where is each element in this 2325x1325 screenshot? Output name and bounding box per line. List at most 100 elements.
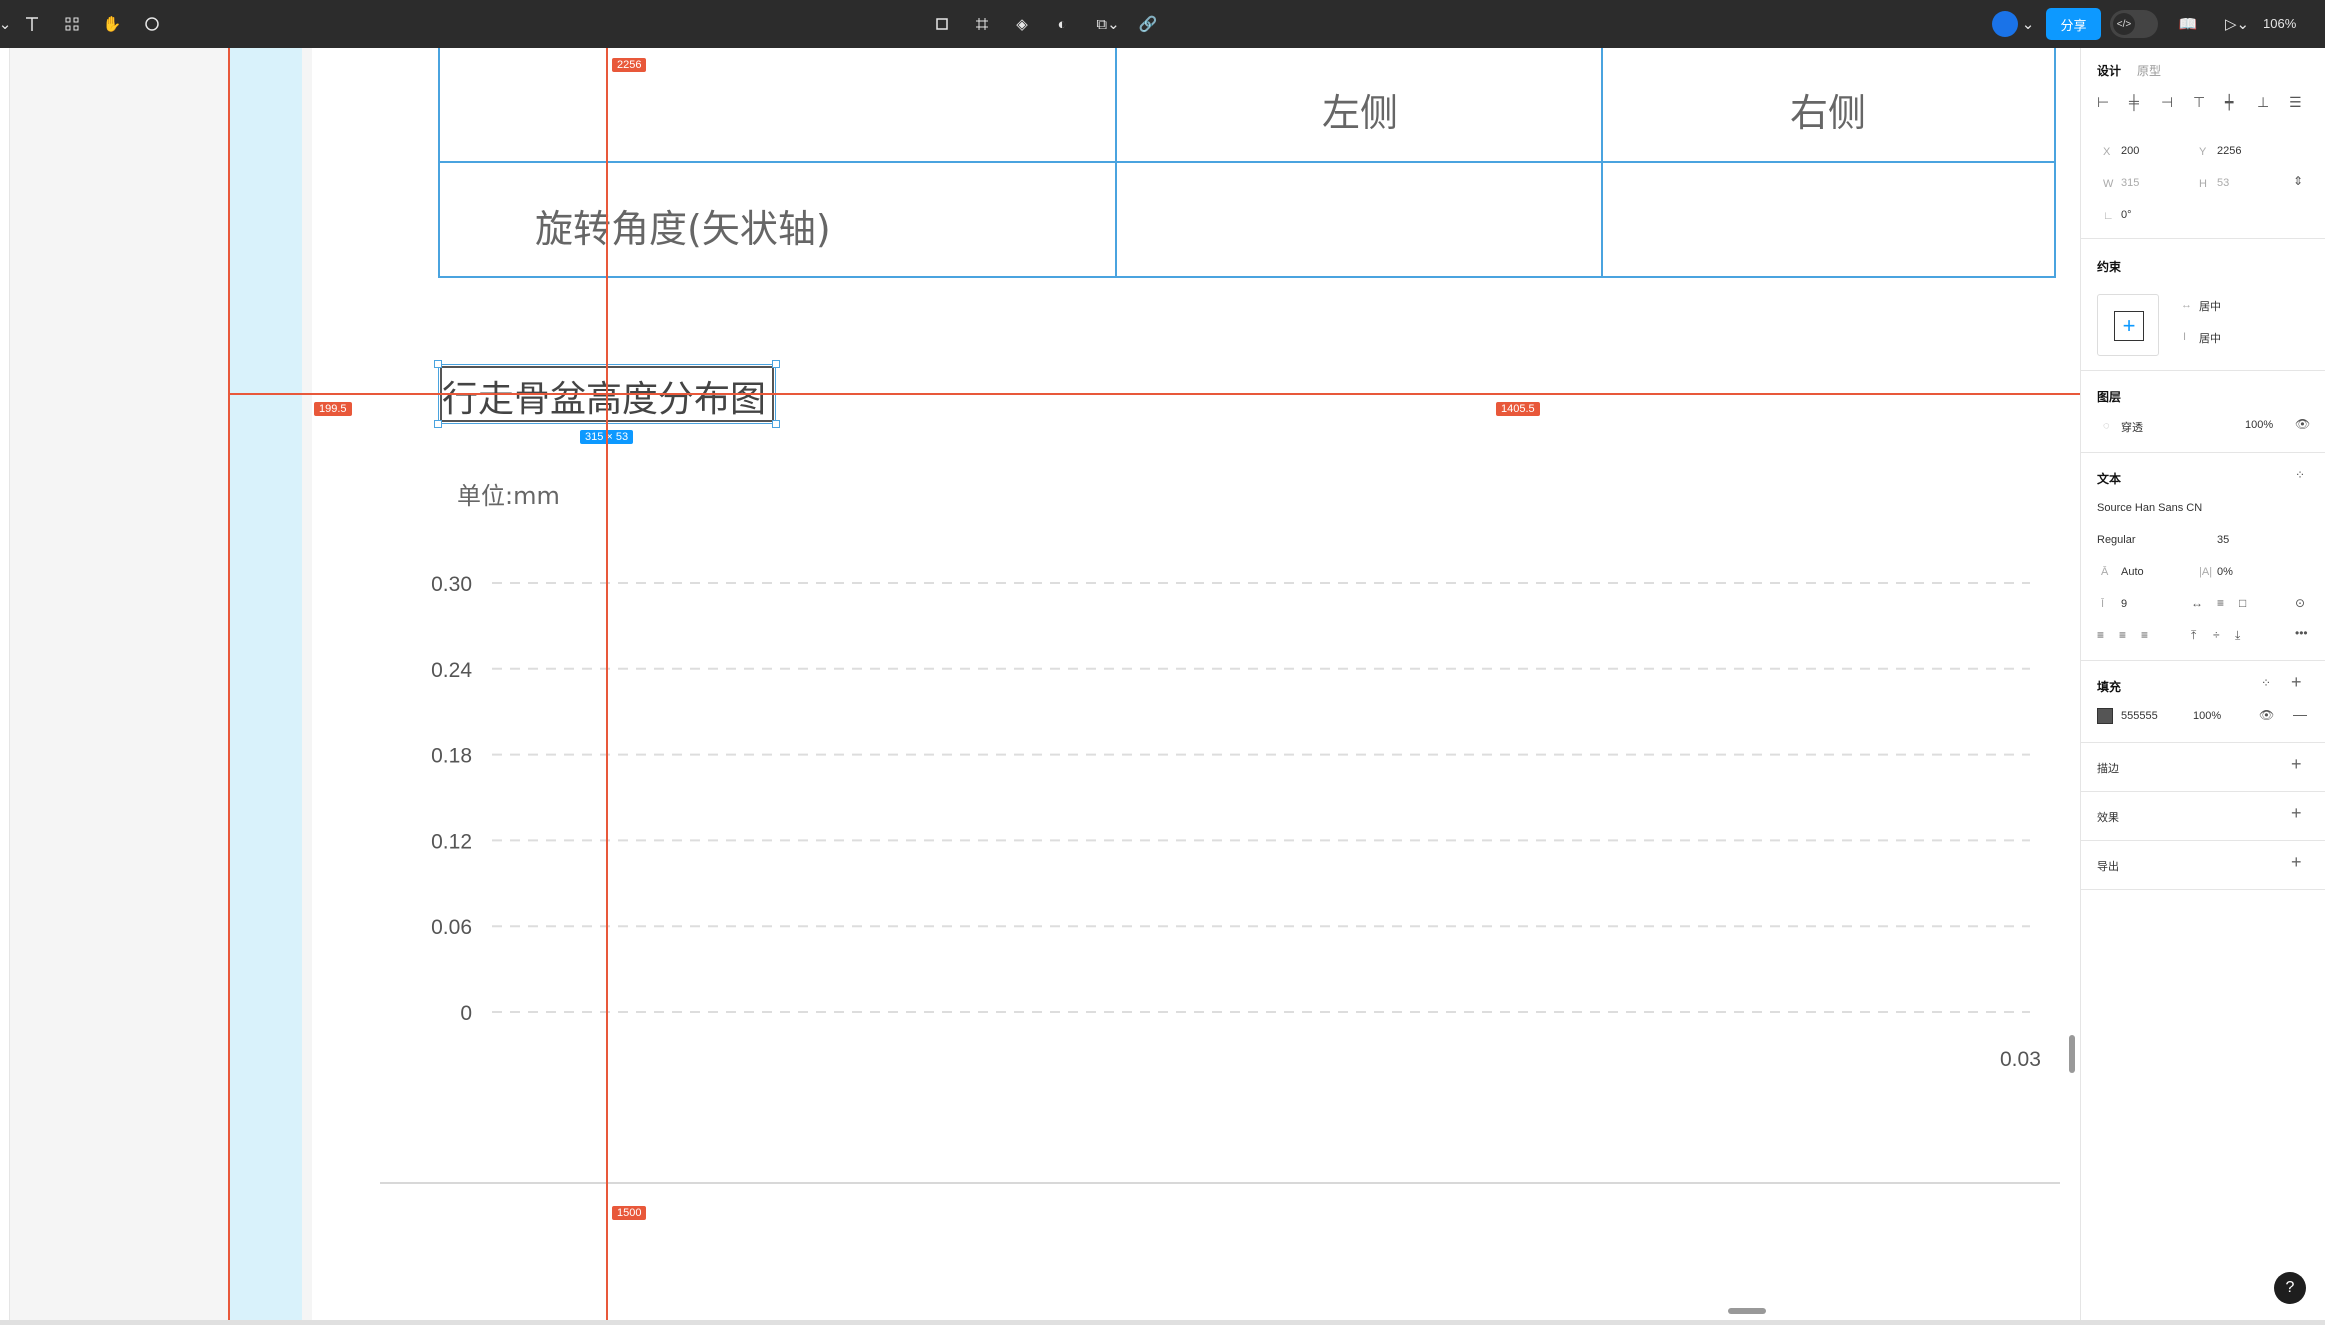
align-v-center-icon[interactable]: ┿ <box>2225 94 2233 111</box>
add-export-icon[interactable]: + <box>2291 852 2302 873</box>
guide-left[interactable] <box>228 48 230 1320</box>
align-top-icon[interactable]: ⊤ <box>2193 94 2205 111</box>
align-left-icon[interactable]: ⊢ <box>2097 94 2109 111</box>
guide-vertical[interactable] <box>606 48 608 1320</box>
remove-fill-icon[interactable]: — <box>2293 706 2307 722</box>
constraint-vertical-select[interactable]: 居中 <box>2199 330 2221 346</box>
share-button[interactable]: 分享 <box>2046 8 2101 40</box>
chevron-down-icon[interactable]: ⌄ <box>0 10 11 38</box>
vertical-scrollbar[interactable] <box>2069 1035 2075 1073</box>
text-align-center-icon[interactable]: ≡ <box>2119 628 2126 642</box>
hand-tool-icon[interactable]: ✋ <box>100 10 124 38</box>
letter-spacing-input[interactable]: 0% <box>2217 566 2233 578</box>
constraint-horizontal-select[interactable]: 居中 <box>2199 298 2221 314</box>
paragraph-spacing-icon: Ī <box>2101 598 2105 610</box>
constraint-plus-icon[interactable]: + <box>2114 311 2144 341</box>
align-text-bottom-icon[interactable]: ⤓ <box>2235 628 2240 643</box>
component-icon[interactable]: ◈ <box>1010 10 1034 38</box>
blend-mode-select[interactable]: 穿透 <box>2121 419 2143 435</box>
fixed-size-icon[interactable]: □ <box>2239 596 2246 610</box>
constrain-proportions-icon[interactable]: ⇕ <box>2293 174 2303 188</box>
link-icon[interactable]: 🔗 <box>1136 10 1160 38</box>
boolean-ops-icon[interactable]: ⧉⌄ <box>1090 10 1126 38</box>
letter-spacing-icon: |A| <box>2199 566 2213 578</box>
distribute-icon[interactable]: ☰ <box>2289 94 2302 111</box>
help-button[interactable]: ? <box>2274 1272 2306 1304</box>
figma-app: ⌄ ✋ ◈ ◐ ⧉⌄ 🔗 ⌄ 分享 </> 📖 ▷⌄ 106% 左侧 右侧 旋转… <box>0 0 2325 1325</box>
fill-color-swatch[interactable] <box>2097 708 2113 724</box>
w-input[interactable]: 315 <box>2121 177 2139 189</box>
h-input[interactable]: 53 <box>2217 177 2229 189</box>
fill-styles-icon[interactable]: ⁘ <box>2261 676 2271 690</box>
bottom-edge <box>0 1320 2325 1325</box>
avatar-chevron-icon[interactable]: ⌄ <box>2020 10 2036 38</box>
horizontal-scrollbar[interactable] <box>1728 1308 1766 1314</box>
corner-value[interactable]: 0.03 <box>2000 1048 2041 1072</box>
artboard-frame[interactable]: 左侧 右侧 旋转角度(矢状轴) 行走骨盆高度分布图 315 × 53 单位:mm… <box>312 48 2080 1320</box>
align-bottom-icon[interactable]: ⊥ <box>2257 94 2269 111</box>
divider <box>2081 742 2325 743</box>
w-label: W <box>2103 178 2114 190</box>
y-input[interactable]: 2256 <box>2217 145 2241 157</box>
dev-mode-toggle[interactable]: </> <box>2110 10 2158 38</box>
guide-badge-right: 1405.5 <box>1496 402 1540 416</box>
frame-crop-icon[interactable] <box>930 10 954 38</box>
text-align-left-icon[interactable]: ≡ <box>2097 628 2104 642</box>
fill-opacity-input[interactable]: 100% <box>2193 710 2221 722</box>
line-height-icon: Ā <box>2101 566 2109 578</box>
comment-tool-icon[interactable] <box>140 10 164 38</box>
y-tick-label: 0.12 <box>431 830 472 853</box>
tab-design[interactable]: 设计 <box>2097 62 2121 79</box>
export-title: 导出 <box>2097 861 2119 873</box>
divider <box>2081 452 2325 453</box>
fill-visibility-icon[interactable]: 👁 <box>2259 708 2274 722</box>
code-icon: </> <box>2113 13 2135 35</box>
guide-badge-bottom: 1500 <box>612 1206 647 1220</box>
add-effect-icon[interactable]: + <box>2291 803 2302 824</box>
constraint-widget[interactable]: + <box>2097 294 2159 356</box>
constraint-v-icon: I <box>2183 331 2187 343</box>
add-stroke-icon[interactable]: + <box>2291 754 2302 775</box>
grid-icon[interactable] <box>970 10 994 38</box>
guide-horizontal[interactable] <box>228 393 2080 395</box>
font-weight-select[interactable]: Regular <box>2097 534 2136 546</box>
font-size-input[interactable]: 35 <box>2217 534 2229 546</box>
layer-opacity-input[interactable]: 100% <box>2245 419 2273 431</box>
avatar[interactable] <box>1992 11 2018 37</box>
font-family-select[interactable]: Source Han Sans CN <box>2097 502 2202 514</box>
text-align-right-icon[interactable]: ≡ <box>2141 628 2148 642</box>
align-text-top-icon[interactable]: ⤒ <box>2191 628 2196 643</box>
stroke-title: 描边 <box>2097 763 2119 775</box>
paragraph-spacing-input[interactable]: 9 <box>2121 598 2127 610</box>
y-tick-label: 0.30 <box>431 573 472 596</box>
divider <box>2081 791 2325 792</box>
constraints-title: 约束 <box>2097 260 2122 274</box>
present-play-icon[interactable]: ▷⌄ <box>2222 10 2252 38</box>
more-options-icon[interactable]: ••• <box>2295 626 2308 640</box>
text-tool-icon[interactable] <box>20 10 44 38</box>
divider <box>2081 370 2325 371</box>
contrast-icon[interactable]: ◐ <box>1050 10 1074 38</box>
add-fill-icon[interactable]: + <box>2291 672 2302 693</box>
auto-width-icon[interactable]: ↔ <box>2191 596 2203 610</box>
x-label: X <box>2103 146 2111 158</box>
line-height-input[interactable]: Auto <box>2121 566 2144 578</box>
canvas[interactable]: 左侧 右侧 旋转角度(矢状轴) 行走骨盆高度分布图 315 × 53 单位:mm… <box>10 48 2080 1320</box>
align-right-icon[interactable]: ⊣ <box>2161 94 2173 111</box>
blend-icon: ◌ <box>2103 420 2110 432</box>
text-styles-icon[interactable]: ⁘ <box>2295 468 2305 482</box>
eye-icon[interactable]: 👁 <box>2295 417 2310 431</box>
auto-height-icon[interactable]: ≡ <box>2217 596 2224 610</box>
x-input[interactable]: 200 <box>2121 145 2139 157</box>
h-label: H <box>2199 178 2207 190</box>
tab-prototype[interactable]: 原型 <box>2137 62 2161 79</box>
align-text-middle-icon[interactable]: ÷ <box>2213 628 2220 642</box>
library-icon[interactable]: 📖 <box>2176 10 2200 38</box>
y-tick-label: 0.06 <box>431 916 472 939</box>
zoom-level[interactable]: 106% <box>2263 16 2296 31</box>
rotation-input[interactable]: 0° <box>2121 209 2132 221</box>
align-h-center-icon[interactable]: ╪ <box>2129 94 2139 110</box>
components-tool-icon[interactable] <box>60 10 84 38</box>
truncate-icon[interactable]: ⊙ <box>2295 596 2305 610</box>
fill-hex-input[interactable]: 555555 <box>2121 710 2158 722</box>
